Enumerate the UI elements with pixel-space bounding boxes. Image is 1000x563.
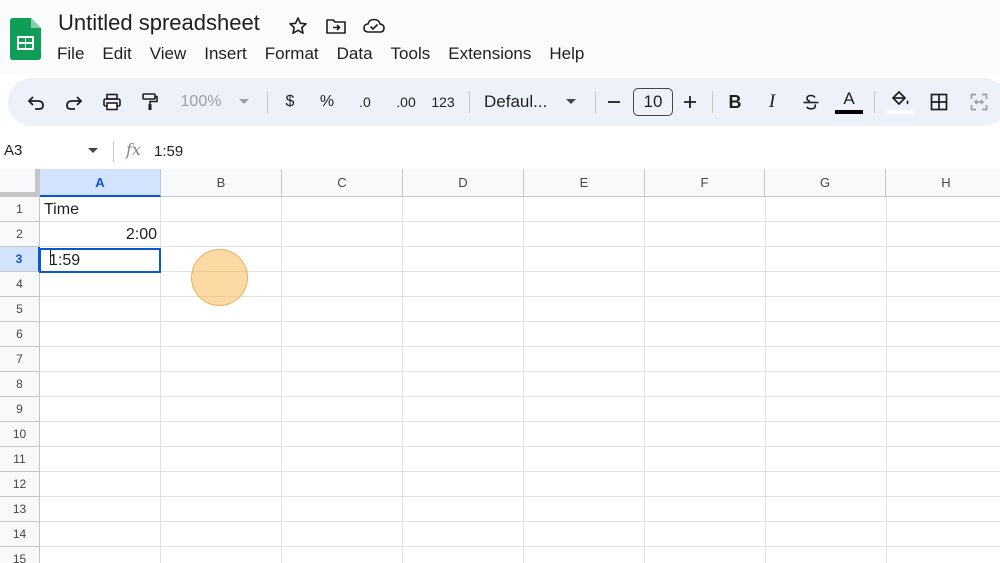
number-format-button[interactable]: 123 (428, 78, 458, 126)
row-header-1[interactable]: 1 (0, 197, 40, 222)
undo-icon[interactable] (22, 78, 50, 126)
row-header-13[interactable]: 13 (0, 497, 40, 522)
column-header-g[interactable]: G (765, 169, 886, 197)
document-title[interactable]: Untitled spreadsheet (58, 10, 260, 36)
row-header-15[interactable]: 15 (0, 547, 40, 563)
row-header-10[interactable]: 10 (0, 422, 40, 447)
cell-a2[interactable]: 2:00 (40, 222, 161, 247)
active-cell-editor[interactable]: 1:59 (39, 248, 161, 273)
text-color-letter: A (843, 89, 855, 108)
font-dropdown-icon[interactable] (563, 78, 579, 126)
app-header: Untitled spreadsheet File Edit View Inse… (0, 0, 1000, 74)
menu-help[interactable]: Help (540, 43, 593, 65)
text-color-button[interactable]: A (834, 78, 864, 126)
fill-color-swatch (886, 110, 914, 114)
name-box[interactable]: A3 (4, 142, 22, 159)
percent-format-button[interactable]: % (315, 78, 339, 126)
menu-format[interactable]: Format (256, 43, 328, 65)
text-color-swatch (835, 110, 863, 114)
cloud-saved-icon[interactable] (362, 14, 386, 38)
menu-file[interactable]: File (48, 43, 93, 65)
name-box-dropdown-icon[interactable] (88, 148, 98, 154)
column-header-f[interactable]: F (645, 169, 765, 197)
italic-button[interactable]: I (761, 78, 783, 126)
currency-format-button[interactable]: $ (278, 78, 302, 126)
paint-format-icon[interactable] (136, 78, 164, 126)
column-header-b[interactable]: B (161, 169, 282, 197)
sheets-logo-icon[interactable] (10, 18, 41, 60)
row-header-7[interactable]: 7 (0, 347, 40, 372)
strikethrough-icon[interactable] (799, 78, 823, 126)
zoom-select[interactable]: 100% (176, 78, 226, 126)
fill-color-icon[interactable] (885, 78, 915, 126)
formula-input[interactable]: 1:59 (154, 143, 183, 160)
row-header-3[interactable]: 3 (0, 247, 40, 272)
toolbar: 100% $ % .0 .00 123 Defaul... 10 B I A (8, 78, 1000, 126)
row-header-12[interactable]: 12 (0, 472, 40, 497)
row-header-8[interactable]: 8 (0, 372, 40, 397)
merge-cells-icon[interactable] (966, 78, 992, 126)
menu-tools[interactable]: Tools (382, 43, 440, 65)
increase-font-size-icon[interactable] (680, 78, 700, 126)
menu-insert[interactable]: Insert (195, 43, 256, 65)
menu-extensions[interactable]: Extensions (439, 43, 540, 65)
cell-a3-value: 1:59 (49, 252, 81, 269)
column-header-c[interactable]: C (282, 169, 403, 197)
menu-edit[interactable]: Edit (93, 43, 140, 65)
zoom-dropdown-icon[interactable] (234, 78, 254, 126)
decrease-decimal-button[interactable]: .0 (350, 78, 380, 126)
row-header-9[interactable]: 9 (0, 397, 40, 422)
row-header-4[interactable]: 4 (0, 272, 40, 297)
spreadsheet-grid: A B C D E F G H 1 2 3 4 5 6 7 8 9 10 11 … (0, 169, 1000, 563)
cell-a1[interactable]: Time (40, 197, 161, 222)
increase-decimal-button[interactable]: .00 (389, 78, 423, 126)
row-header-6[interactable]: 6 (0, 322, 40, 347)
formula-bar: A3 fx 1:59 (0, 136, 1000, 168)
column-header-e[interactable]: E (524, 169, 645, 197)
menu-bar: File Edit View Insert Format Data Tools … (48, 43, 593, 65)
row-header-5[interactable]: 5 (0, 297, 40, 322)
cell-area[interactable] (40, 197, 1000, 563)
menu-view[interactable]: View (141, 43, 196, 65)
fx-icon: fx (126, 140, 141, 159)
redo-icon[interactable] (60, 78, 88, 126)
bold-button[interactable]: B (724, 78, 746, 126)
decrease-font-size-icon[interactable] (604, 78, 624, 126)
column-header-h[interactable]: H (886, 169, 1000, 197)
move-to-folder-icon[interactable] (324, 14, 348, 38)
print-icon[interactable] (98, 78, 126, 126)
menu-data[interactable]: Data (328, 43, 382, 65)
text-caret (50, 250, 51, 265)
star-icon[interactable] (286, 14, 310, 38)
select-all-corner[interactable] (0, 169, 40, 197)
click-indicator (191, 249, 248, 306)
column-header-d[interactable]: D (403, 169, 524, 197)
row-header-11[interactable]: 11 (0, 447, 40, 472)
row-header-2[interactable]: 2 (0, 222, 40, 247)
font-family-select[interactable]: Defaul... (484, 78, 554, 126)
row-header-14[interactable]: 14 (0, 522, 40, 547)
column-header-a[interactable]: A (40, 169, 161, 197)
borders-icon[interactable] (926, 78, 952, 126)
font-size-input[interactable]: 10 (633, 88, 673, 116)
